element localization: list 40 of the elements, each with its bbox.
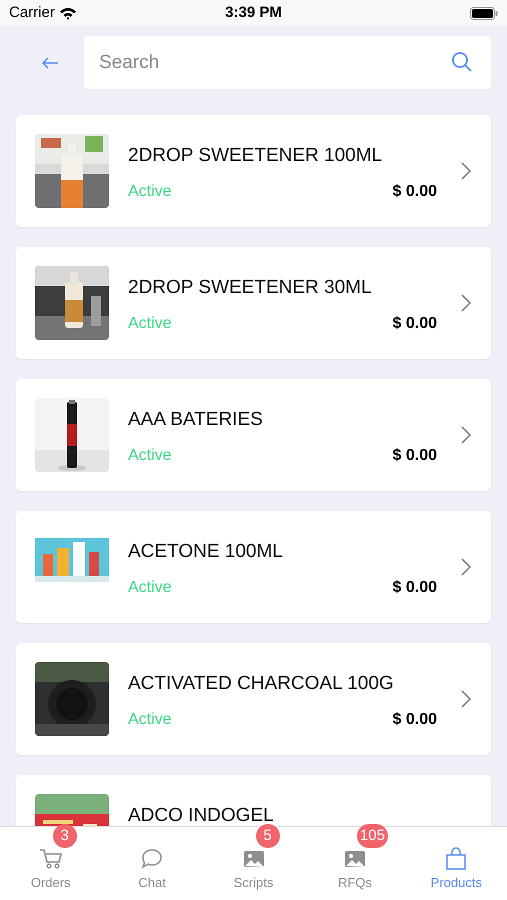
bag-icon xyxy=(444,847,468,871)
price-label: $ 0.00 xyxy=(392,314,437,334)
product-card[interactable]: 2DROP SWEETENER 30ML Active $ 0.00 xyxy=(16,247,491,359)
price-label: $ 0.00 xyxy=(392,446,437,466)
product-name: 2DROP SWEETENER 30ML xyxy=(128,276,373,300)
status-label: Active xyxy=(128,578,172,598)
status-label: Active xyxy=(128,314,172,334)
carrier-label: Carrier xyxy=(9,2,55,23)
product-card[interactable]: ADCO INDOGEL xyxy=(16,775,491,826)
product-card[interactable]: 2DROP SWEETENER 100ML Active $ 0.00 xyxy=(16,115,491,227)
cart-icon xyxy=(38,847,63,871)
product-card[interactable]: ACTIVATED CHARCOAL 100G Active $ 0.00 xyxy=(16,643,491,755)
battery-icon xyxy=(470,6,498,20)
status-label: Active xyxy=(128,182,172,202)
product-card[interactable]: ACETONE 100ML Active $ 0.00 xyxy=(16,511,491,623)
wifi-icon xyxy=(58,6,77,20)
product-name: ADCO INDOGEL xyxy=(128,804,275,826)
search-icon xyxy=(451,51,473,73)
product-name: ACETONE 100ML xyxy=(128,540,284,564)
count-badge: 3 xyxy=(52,824,77,848)
chevron-icon xyxy=(461,162,471,180)
product-name: ACTIVATED CHARCOAL 100G xyxy=(128,672,395,696)
search-field[interactable]: Search xyxy=(84,36,491,89)
speech-bubble-icon xyxy=(140,847,164,871)
status-label: Active xyxy=(128,446,172,466)
chevron-icon xyxy=(461,690,471,708)
chevron-icon xyxy=(461,426,471,444)
chevron-icon xyxy=(461,558,471,576)
count-badge: 5 xyxy=(256,824,280,848)
price-label: $ 0.00 xyxy=(392,182,437,202)
product-name: 2DROP SWEETENER 100ML xyxy=(128,144,384,168)
back-arrow-icon xyxy=(41,56,59,68)
time-label: 3:39 PM xyxy=(225,2,282,23)
product-name: AAA BATERIES xyxy=(128,408,264,432)
price-label: $ 0.00 xyxy=(392,710,437,730)
product-card[interactable]: AAA BATERIES Active $ 0.00 xyxy=(16,379,491,491)
count-badge: 105 xyxy=(356,824,388,848)
chevron-icon xyxy=(461,294,471,312)
price-label: $ 0.00 xyxy=(392,578,437,598)
status-label: Active xyxy=(128,710,172,730)
